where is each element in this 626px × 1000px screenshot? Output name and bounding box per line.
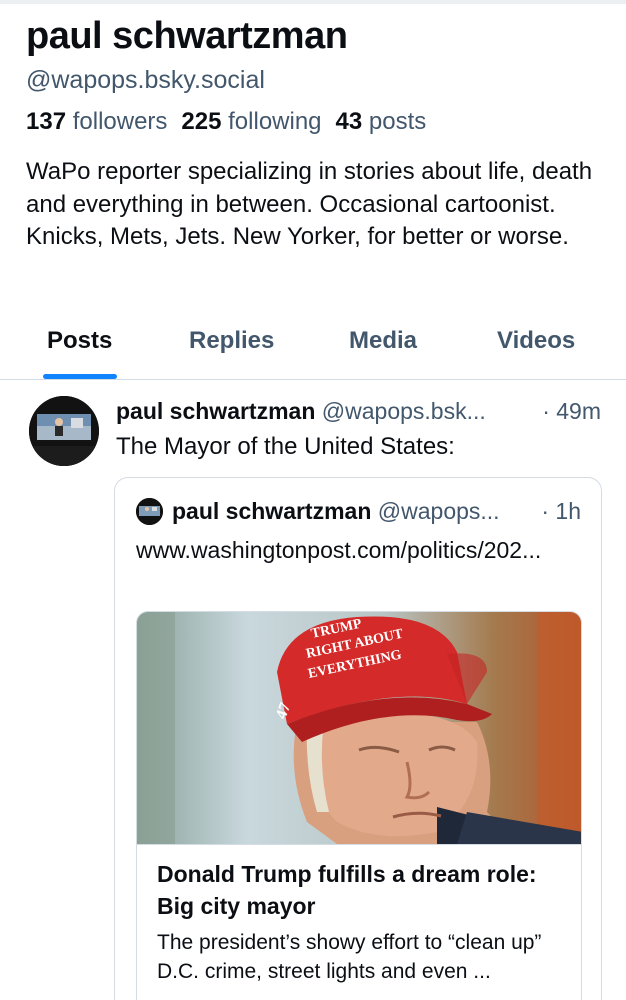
quoted-post-link[interactable]: www.washingtonpost.com/politics/202...	[136, 534, 582, 567]
avatar-image	[29, 396, 99, 466]
post-text: The Mayor of the United States:	[116, 433, 455, 460]
posts-count: 43	[335, 108, 363, 135]
tab-posts[interactable]: Posts	[47, 326, 112, 370]
profile-handle[interactable]: @wapops.bsky.social	[26, 65, 606, 95]
post-author-avatar[interactable]	[29, 396, 99, 466]
followers-count: 137	[26, 108, 67, 135]
following-count: 225	[181, 108, 222, 135]
quoted-post-header: paul schwartzman @wapops...	[172, 496, 500, 526]
followers-label: followers	[72, 108, 168, 135]
followers-link[interactable]: 137 followers	[26, 108, 167, 135]
posts-label: posts	[368, 108, 427, 135]
profile-stats: 137 followers 225 following 43 posts	[26, 107, 606, 137]
following-label: following	[228, 108, 322, 135]
link-preview-card[interactable]: TRUMP RIGHT ABOUT EVERYTHING 47 Donald T…	[136, 611, 582, 1000]
quoted-author-name[interactable]: paul schwartzman	[172, 498, 371, 524]
link-preview-title[interactable]: Donald Trump fulfills a dream role: Big …	[157, 858, 567, 922]
tab-replies[interactable]: Replies	[189, 326, 274, 370]
card-divider	[137, 844, 581, 845]
quoted-avatar-image	[136, 498, 163, 525]
top-divider	[0, 0, 626, 4]
quoted-post-timestamp[interactable]: · 1h	[541, 496, 581, 526]
link-preview-description: The president’s showy effort to “clean u…	[157, 931, 542, 983]
profile-bio: WaPo reporter specializing in stories ab…	[26, 158, 593, 250]
profile-header: paul schwartzman @wapops.bsky.social 137…	[26, 14, 606, 254]
profile-display-name: paul schwartzman	[26, 15, 348, 57]
post-author-handle[interactable]: @wapops.bsk...	[322, 398, 486, 424]
profile-tabs: Posts Replies Media Videos	[0, 318, 626, 380]
quoted-author-handle[interactable]: @wapops...	[378, 498, 500, 524]
following-link[interactable]: 225 following	[181, 108, 321, 135]
quoted-author-avatar[interactable]	[136, 498, 163, 525]
feed-post[interactable]: paul schwartzman @wapops.bsk... · 49m Th…	[0, 380, 626, 1000]
link-preview-image: TRUMP RIGHT ABOUT EVERYTHING 47	[137, 612, 581, 844]
active-tab-indicator	[43, 374, 117, 379]
posts-stat: 43 posts	[336, 108, 427, 135]
tab-media[interactable]: Media	[349, 326, 417, 370]
quoted-post[interactable]: paul schwartzman @wapops... · 1h www.was…	[114, 477, 602, 1000]
post-timestamp[interactable]: · 49m	[542, 396, 601, 426]
post-author-name[interactable]: paul schwartzman	[116, 398, 315, 424]
post-header: paul schwartzman @wapops.bsk...	[116, 396, 606, 426]
tab-videos[interactable]: Videos	[497, 326, 575, 370]
